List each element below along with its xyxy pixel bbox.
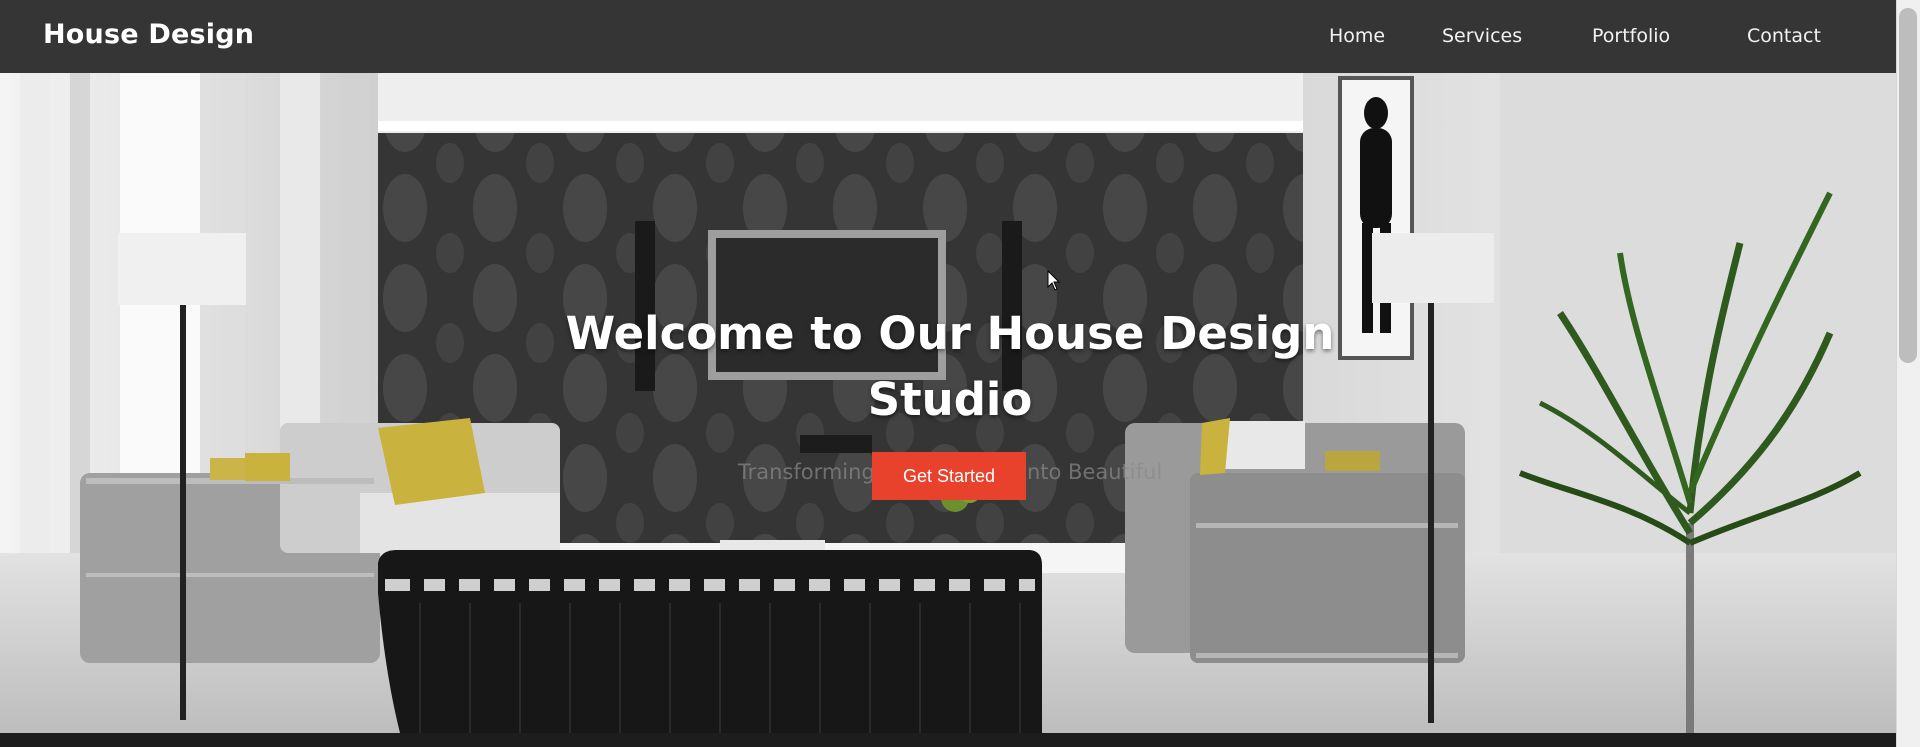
get-started-button[interactable]: Get Started	[872, 452, 1026, 500]
nav-link-portfolio[interactable]: Portfolio	[1592, 25, 1670, 47]
hero-title: Welcome to Our House Design Studio	[565, 307, 1335, 426]
nav-link-contact[interactable]: Contact	[1747, 25, 1821, 47]
nav-link-services[interactable]: Services	[1442, 25, 1522, 47]
hero-section: Welcome to Our House Design Studio Trans…	[0, 73, 1896, 733]
brand-logo[interactable]: House Design	[43, 19, 254, 50]
mouse-pointer-icon	[1047, 270, 1061, 291]
navbar: House Design Home Services Portfolio Con…	[0, 0, 1896, 73]
nav-link-home[interactable]: Home	[1329, 25, 1385, 47]
scrollbar-thumb[interactable]	[1899, 8, 1917, 363]
bottom-strip	[0, 733, 1896, 747]
